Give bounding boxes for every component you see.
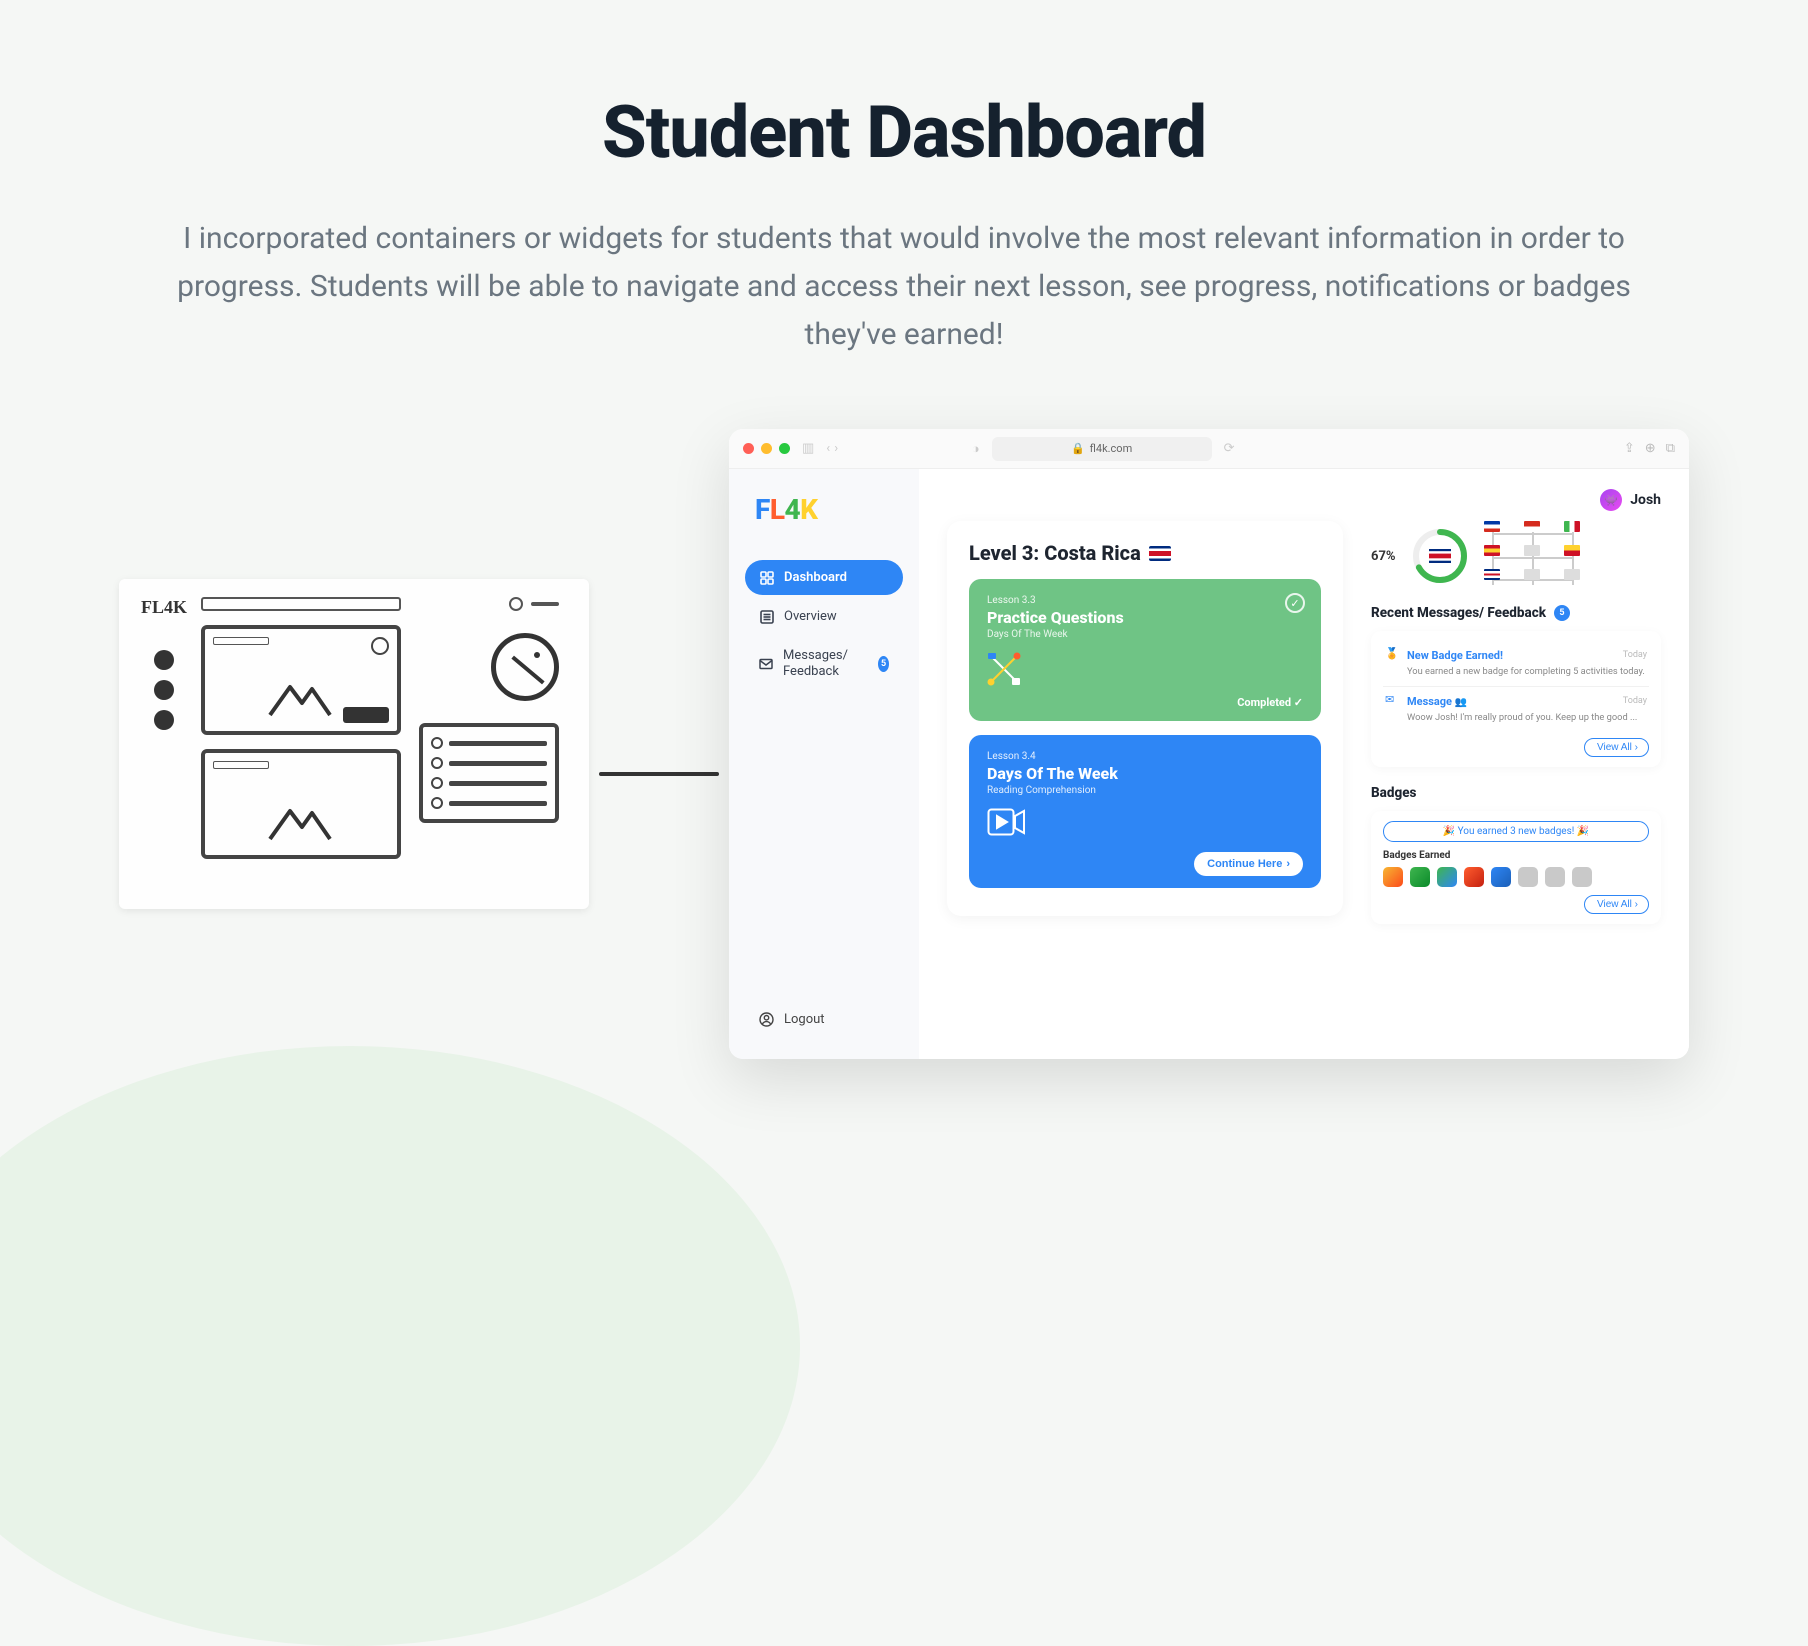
lesson-meta: Days Of The Week bbox=[987, 629, 1303, 640]
view-all-label: View All bbox=[1597, 742, 1632, 753]
badges-heading: Badges bbox=[1371, 785, 1661, 801]
lesson-status: Completed ✓ bbox=[987, 696, 1303, 709]
url-bar[interactable]: 🔒 fl4k.com bbox=[992, 437, 1212, 461]
new-badges-banner: 🎉 You earned 3 new badges! 🎉 bbox=[1383, 821, 1649, 842]
progress-ring bbox=[1412, 528, 1468, 584]
badges-heading-text: Badges bbox=[1371, 785, 1416, 801]
grid-icon bbox=[759, 570, 774, 585]
sketch-to-mock-connector bbox=[599, 772, 719, 776]
badge-icon[interactable] bbox=[1464, 867, 1484, 887]
logout-button[interactable]: Logout bbox=[745, 1004, 903, 1035]
browser-mockup: ▥ ‹ › ◑ 🔒 fl4k.com ⟳ ⇪ ⊕ ⧉ FL4K Dashboard bbox=[729, 429, 1689, 1059]
username: Josh bbox=[1630, 492, 1661, 508]
message-time: Today bbox=[1623, 650, 1647, 660]
browser-toolbar: ▥ ‹ › ◑ 🔒 fl4k.com ⟳ ⇪ ⊕ ⧉ bbox=[729, 429, 1689, 469]
lock-icon: 🔒 bbox=[1071, 442, 1085, 455]
message-body: Woow Josh! I'm really proud of you. Keep… bbox=[1407, 712, 1647, 723]
app-logo: FL4K bbox=[755, 493, 903, 526]
level-title: Level 3: Costa Rica bbox=[969, 541, 1321, 565]
view-all-messages-button[interactable]: View All › bbox=[1584, 738, 1649, 757]
list-icon bbox=[759, 609, 774, 624]
sidebar-toggle-icon[interactable]: ▥ bbox=[802, 441, 814, 456]
messages-panel: 🏅 New Badge Earned! Today You earned a n… bbox=[1371, 631, 1661, 767]
view-all-label: View All bbox=[1597, 899, 1632, 910]
nav-fwd-icon[interactable]: › bbox=[834, 441, 838, 456]
page-title: Student Dashboard bbox=[0, 90, 1808, 175]
trophy-icon: 🏅 bbox=[1385, 647, 1401, 663]
lesson-title: Days Of The Week bbox=[987, 764, 1303, 783]
sketch-logo: FL4K bbox=[141, 597, 187, 618]
badge-locked-icon bbox=[1572, 867, 1592, 887]
sidebar-item-messages[interactable]: Messages/ Feedback 5 bbox=[745, 638, 903, 689]
chevron-right-icon: › bbox=[1635, 742, 1638, 753]
wireframe-sketch: FL4K bbox=[119, 579, 589, 909]
badge-locked-icon bbox=[1518, 867, 1538, 887]
progress-percent: 67% bbox=[1371, 549, 1396, 564]
reload-icon[interactable]: ⟳ bbox=[1224, 441, 1235, 456]
costa-rica-flag-icon bbox=[1149, 546, 1171, 561]
lesson-sub: Lesson 3.4 bbox=[987, 751, 1303, 762]
avatar[interactable]: 👾 bbox=[1600, 489, 1622, 511]
user-icon bbox=[759, 1012, 774, 1027]
view-all-badges-button[interactable]: View All › bbox=[1584, 895, 1649, 914]
message-time: Today bbox=[1623, 696, 1647, 706]
messages-heading-text: Recent Messages/ Feedback bbox=[1371, 605, 1546, 621]
message-item[interactable]: 🏅 New Badge Earned! Today You earned a n… bbox=[1383, 641, 1649, 687]
level-card: Level 3: Costa Rica ✓ Lesson 3.3 Practic… bbox=[947, 521, 1343, 916]
badges-panel: 🎉 You earned 3 new badges! 🎉 Badges Earn… bbox=[1371, 811, 1661, 924]
lesson-meta: Reading Comprehension bbox=[987, 785, 1303, 796]
shield-icon: ◑ bbox=[972, 441, 980, 457]
mail-icon bbox=[759, 656, 773, 671]
level-title-text: Level 3: Costa Rica bbox=[969, 541, 1141, 565]
badge-icon[interactable] bbox=[1383, 867, 1403, 887]
sidebar-item-overview[interactable]: Overview bbox=[745, 599, 903, 634]
message-title: New Badge Earned! bbox=[1407, 649, 1617, 662]
tools-crossed-icon bbox=[987, 652, 1021, 686]
lesson-card-current[interactable]: Lesson 3.4 Days Of The Week Reading Comp… bbox=[969, 735, 1321, 888]
mail-icon: ✉ bbox=[1385, 693, 1401, 709]
tabs-icon[interactable]: ⧉ bbox=[1666, 441, 1675, 456]
nav-back-icon[interactable]: ‹ bbox=[826, 441, 830, 456]
lesson-title: Practice Questions bbox=[987, 608, 1303, 627]
message-title: Message 👥 bbox=[1407, 695, 1617, 708]
url-text: fl4k.com bbox=[1090, 442, 1133, 455]
share-icon[interactable]: ⇪ bbox=[1624, 441, 1635, 456]
logout-label: Logout bbox=[784, 1012, 825, 1027]
badges-sub: Badges Earned bbox=[1383, 850, 1649, 861]
badge-icon[interactable] bbox=[1410, 867, 1430, 887]
add-tab-icon[interactable]: ⊕ bbox=[1645, 441, 1656, 456]
badge-locked-icon bbox=[1545, 867, 1565, 887]
chevron-right-icon: › bbox=[1286, 858, 1290, 870]
messages-heading: Recent Messages/ Feedback 5 bbox=[1371, 605, 1661, 621]
page-description: I incorporated containers or widgets for… bbox=[154, 215, 1654, 359]
video-icon bbox=[987, 808, 1021, 842]
lesson-card-completed[interactable]: ✓ Lesson 3.3 Practice Questions Days Of … bbox=[969, 579, 1321, 721]
chevron-right-icon: › bbox=[1635, 899, 1638, 910]
badge-icon[interactable] bbox=[1491, 867, 1511, 887]
message-body: You earned a new badge for completing 5 … bbox=[1407, 666, 1647, 677]
badge-icon[interactable] bbox=[1437, 867, 1457, 887]
app-sidebar: FL4K Dashboard Overview Messages/ Feedba… bbox=[729, 469, 919, 1059]
badge-row bbox=[1383, 867, 1649, 887]
continue-label: Continue Here bbox=[1207, 858, 1282, 870]
sidebar-item-dashboard[interactable]: Dashboard bbox=[745, 560, 903, 595]
continue-button[interactable]: Continue Here › bbox=[1194, 852, 1303, 876]
messages-count-badge: 5 bbox=[878, 656, 889, 672]
progress-row: 67% bbox=[1371, 521, 1661, 591]
sidebar-item-label: Dashboard bbox=[784, 570, 847, 585]
flag-progress-tree bbox=[1484, 521, 1594, 591]
message-item[interactable]: ✉ Message 👥 Today Woow Josh! I'm really … bbox=[1383, 687, 1649, 732]
sidebar-item-label: Overview bbox=[784, 609, 837, 624]
lesson-sub: Lesson 3.3 bbox=[987, 595, 1303, 606]
messages-heading-badge: 5 bbox=[1554, 605, 1570, 621]
sidebar-item-label: Messages/ Feedback bbox=[783, 648, 868, 679]
